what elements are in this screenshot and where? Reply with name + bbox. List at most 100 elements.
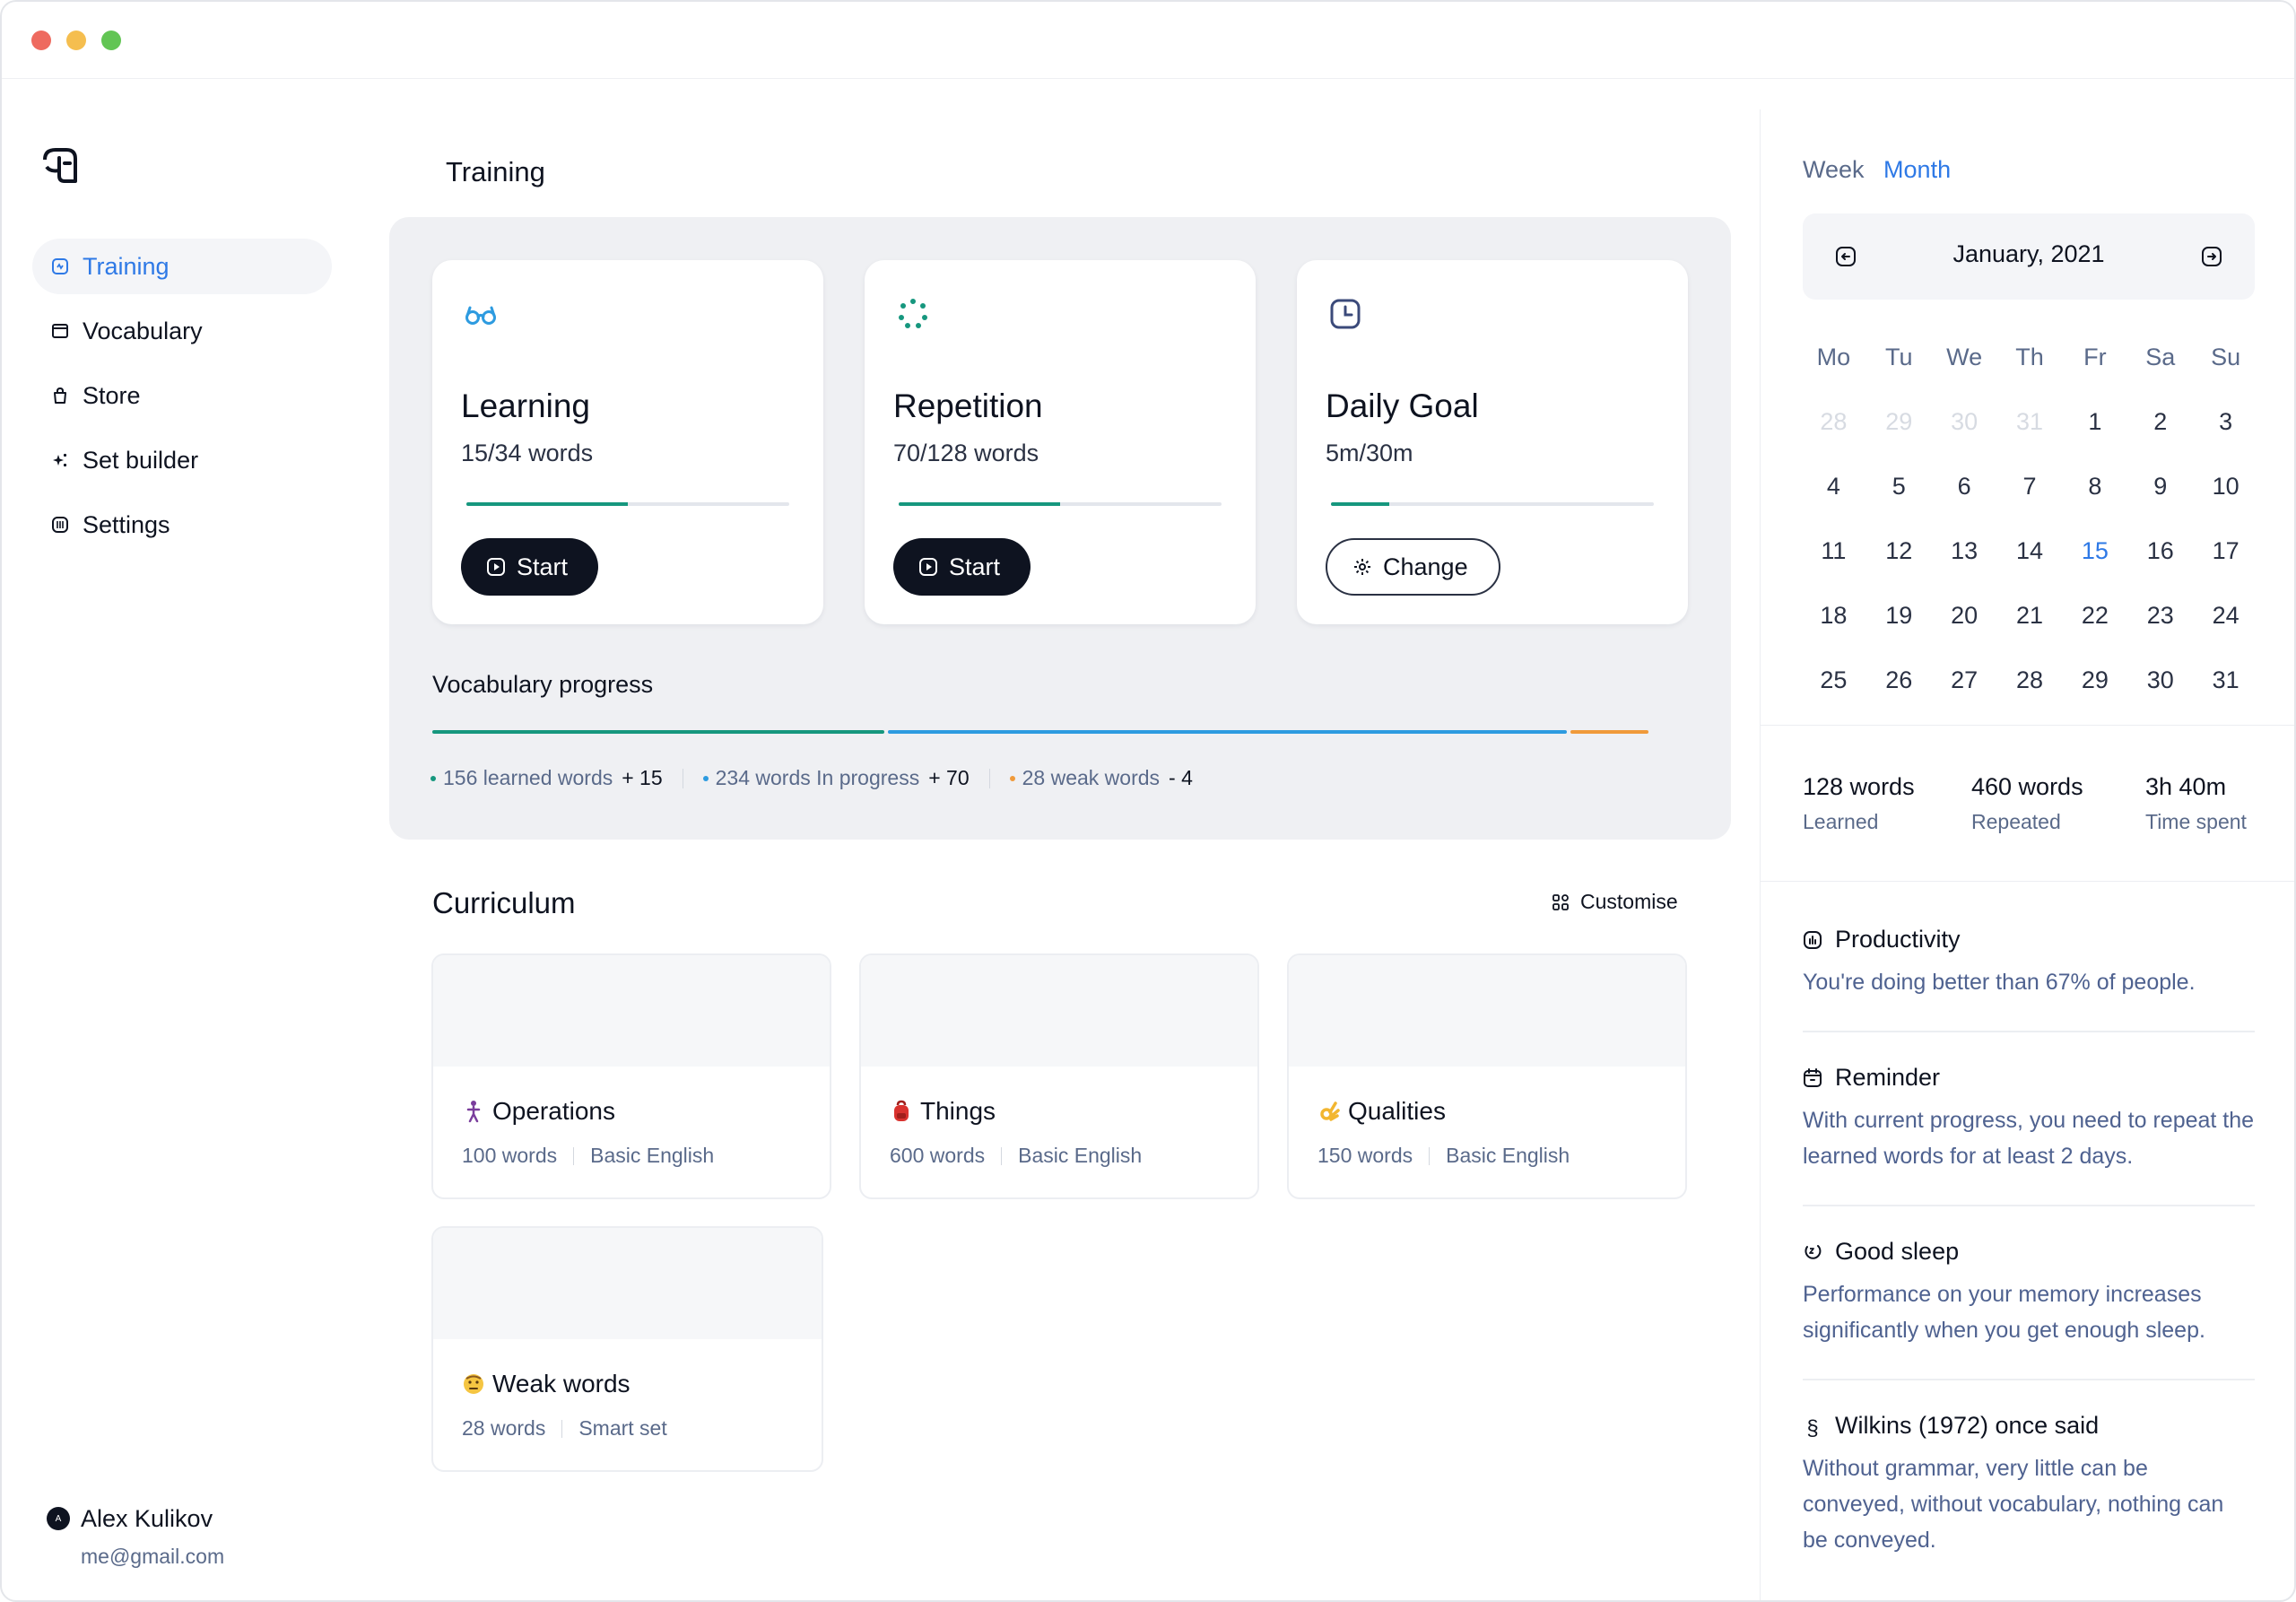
start-repetition-button[interactable]: Start (893, 538, 1031, 596)
calendar-day[interactable]: 30 (1932, 408, 1997, 436)
section-icon: § (1806, 1415, 1819, 1441)
training-panel: Learning 15/34 words Start Repetition 70… (389, 217, 1731, 840)
calendar-day[interactable]: 14 (1997, 537, 2063, 565)
calendar-day[interactable]: 9 (2127, 473, 2193, 501)
customise-button[interactable]: Customise (1552, 890, 1678, 914)
right-panel-divider (1760, 109, 1761, 1600)
card-title: Things (890, 1097, 996, 1126)
calendar-day[interactable]: 27 (1932, 666, 1997, 694)
calendar-day[interactable]: 5 (1866, 473, 1932, 501)
calendar-day[interactable]: 7 (1997, 473, 2063, 501)
progress-track (466, 502, 789, 506)
weekday-label: Th (2015, 343, 2044, 370)
legend-in-progress: 234 words In progress + 70 (702, 766, 970, 790)
card-image (433, 1228, 822, 1339)
divider (1001, 1146, 1003, 1165)
progress-track (1331, 502, 1654, 506)
learning-card[interactable]: Learning 15/34 words Start (432, 260, 823, 624)
card-title: Weak words (462, 1370, 631, 1398)
sidebar-item-training[interactable]: Training (32, 239, 332, 294)
avatar[interactable]: A (47, 1507, 70, 1530)
calendar-day[interactable]: 13 (1932, 537, 1997, 565)
calendar-day[interactable]: 3 (2193, 408, 2258, 436)
calendar-day[interactable]: 2 (2127, 408, 2193, 436)
calendar-day[interactable]: 10 (2193, 473, 2258, 501)
next-month-icon[interactable] (2201, 246, 2222, 267)
card-count: 15/34 words (461, 440, 594, 466)
card-meta: 28 words Smart set (462, 1416, 667, 1441)
calendar-day[interactable]: 12 (1866, 537, 1932, 565)
curriculum-card-things[interactable]: Things 600 words Basic English (859, 953, 1259, 1199)
weekday-label: We (1946, 343, 1983, 370)
calendar-day[interactable]: 28 (1801, 408, 1866, 436)
calendar-day[interactable]: 1 (2062, 408, 2127, 436)
curriculum-card-qualities[interactable]: Qualities 150 words Basic English (1287, 953, 1687, 1199)
calendar-day-today[interactable]: 15 (2062, 537, 2127, 565)
calendar-day[interactable]: 22 (2062, 602, 2127, 630)
progress-track (899, 502, 1222, 506)
in-progress-words-bar (887, 730, 1567, 734)
tab-month[interactable]: Month (1883, 156, 1951, 183)
calendar-day[interactable]: 23 (2127, 602, 2193, 630)
sidebar-item-vocabulary[interactable]: Vocabulary (32, 303, 332, 359)
curriculum-card-weak-words[interactable]: Weak words 28 words Smart set (431, 1226, 823, 1472)
tip-quote: § Wilkins (1972) once said Without gramm… (1803, 1412, 2255, 1558)
calendar-day[interactable]: 25 (1801, 666, 1866, 694)
tip-good-sleep: Good sleep Performance on your memory in… (1803, 1238, 2255, 1348)
sidebar-item-label: Set builder (83, 446, 199, 474)
calendar-day[interactable]: 30 (2127, 666, 2193, 694)
sidebar-item-set-builder[interactable]: Set builder (32, 432, 332, 488)
word-count: 150 words (1318, 1144, 1413, 1167)
gear-icon (1352, 557, 1372, 577)
calendar-day[interactable]: 31 (1997, 408, 2063, 436)
stat-label: Time spent (2145, 810, 2247, 833)
calendar-day[interactable]: 19 (1866, 602, 1932, 630)
change-goal-button[interactable]: Change (1326, 538, 1500, 596)
weekday-label: Mo (1816, 343, 1851, 370)
calendar-day[interactable]: 29 (2062, 666, 2127, 694)
calendar-day[interactable]: 26 (1866, 666, 1932, 694)
sidebar-item-store[interactable]: Store (32, 368, 332, 423)
card-title: Qualities (1318, 1097, 1446, 1126)
maximize-window-button[interactable] (101, 30, 121, 50)
calendar-day[interactable]: 17 (2193, 537, 2258, 565)
training-icon (50, 257, 70, 276)
calendar-day[interactable]: 8 (2062, 473, 2127, 501)
button-label: Change (1383, 553, 1468, 580)
stat-value: 460 words (1971, 773, 2083, 800)
sidebar-item-settings[interactable]: Settings (32, 497, 332, 553)
tip-title: Good sleep (1835, 1238, 1960, 1265)
customise-icon (1552, 893, 1570, 911)
repetition-card[interactable]: Repetition 70/128 words Start (865, 260, 1256, 624)
sidebar-item-label: Training (83, 252, 170, 280)
calendar-day[interactable]: 28 (1997, 666, 2063, 694)
sidebar-nav: Training Vocabulary Store Set builder Se… (32, 239, 332, 562)
orange-dot-icon (1009, 775, 1015, 781)
calendar-day[interactable]: 6 (1932, 473, 1997, 501)
calendar-day[interactable]: 24 (2193, 602, 2258, 630)
calendar-day[interactable]: 21 (1997, 602, 2063, 630)
calendar-day[interactable]: 31 (2193, 666, 2258, 694)
calendar-day[interactable]: 29 (1866, 408, 1932, 436)
daily-goal-card[interactable]: Daily Goal 5m/30m Change (1297, 260, 1688, 624)
minimize-window-button[interactable] (66, 30, 86, 50)
close-window-button[interactable] (31, 30, 51, 50)
calendar-day[interactable]: 4 (1801, 473, 1866, 501)
curriculum-card-operations[interactable]: Operations 100 words Basic English (431, 953, 831, 1199)
person-icon (462, 1100, 485, 1123)
tab-week[interactable]: Week (1803, 156, 1865, 183)
tip-heading: Productivity (1803, 926, 2255, 953)
divider (573, 1146, 575, 1165)
calendar-day[interactable]: 16 (2127, 537, 2193, 565)
legend-label: 28 weak words (1022, 766, 1161, 789)
learned-words-bar (432, 730, 884, 734)
calendar-month: January, 2021 (1952, 240, 2105, 267)
calendar-day[interactable]: 18 (1801, 602, 1866, 630)
start-learning-button[interactable]: Start (461, 538, 599, 596)
user-email: me@gmail.com (81, 1545, 225, 1568)
vocabulary-icon (50, 321, 70, 341)
calendar-day[interactable]: 20 (1932, 602, 1997, 630)
app-logo-icon[interactable] (39, 145, 81, 187)
divider (988, 768, 990, 788)
calendar-day[interactable]: 11 (1801, 537, 1866, 565)
